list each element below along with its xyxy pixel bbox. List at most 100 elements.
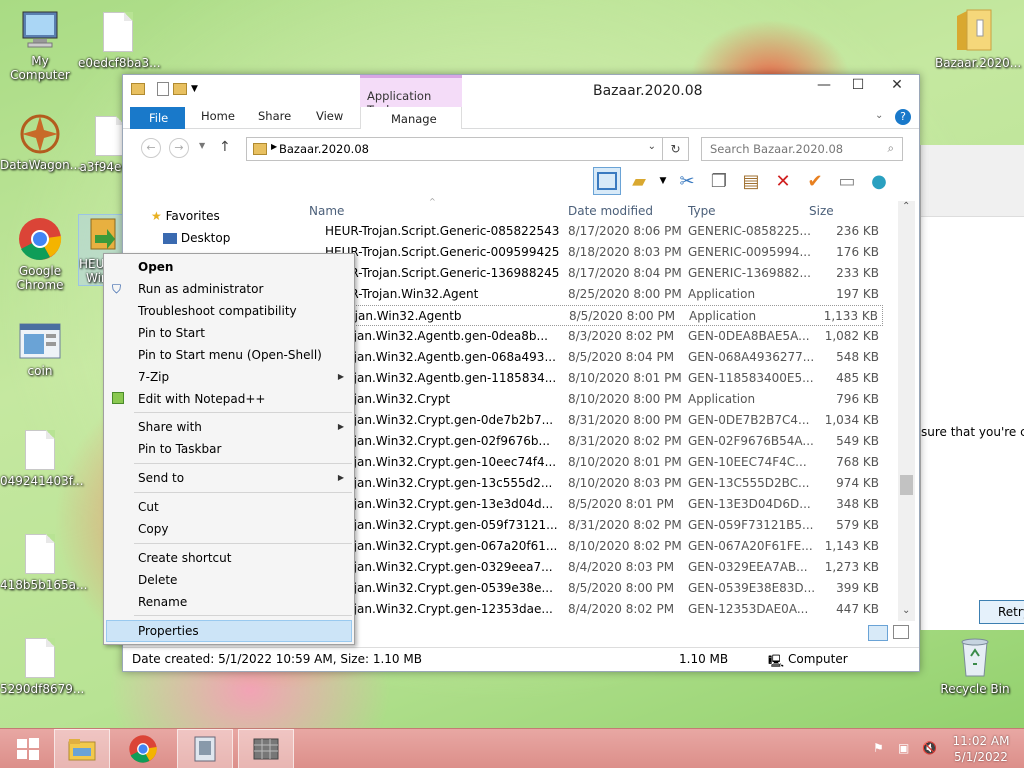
ribbon-expand-icon[interactable]: ⌄	[875, 110, 883, 121]
network-icon[interactable]: ▣	[898, 741, 909, 755]
file-row[interactable]: R-Trojan.Win32.Agentb.gen-1185834... 8/10…	[301, 368, 883, 389]
file-row[interactable]: R-Trojan.Win32.Agentb.gen-068a493... 8/5/…	[301, 347, 883, 368]
desktop-icon-coin[interactable]: coin	[0, 322, 80, 378]
menu-item-troubleshoot-compatibility[interactable]: Troubleshoot compatibility	[138, 304, 297, 318]
file-row[interactable]: HEUR-Trojan.Script.Generic-00959942584..…	[301, 242, 883, 263]
start-button[interactable]	[0, 729, 56, 768]
tab-share[interactable]: Share	[258, 109, 291, 123]
desktop-icon-file[interactable]: 418b5b165a...	[0, 534, 87, 592]
folder-options-icon[interactable]: ▰	[625, 167, 653, 195]
menu-item-edit-with-notepad[interactable]: Edit with Notepad++	[138, 392, 265, 406]
maximize-button[interactable]: ☐	[841, 75, 875, 97]
recent-locations-icon[interactable]: ▼	[199, 141, 205, 150]
details-view-icon[interactable]	[868, 625, 888, 641]
file-row[interactable]: R-Trojan.Win32.Crypt.gen-13e3d04d... 8/5/…	[301, 494, 883, 515]
menu-item-share-with[interactable]: Share with	[138, 420, 202, 434]
file-size: 549 KB	[836, 434, 879, 448]
copy-icon[interactable]: ❐	[705, 167, 733, 195]
folder-small-icon[interactable]	[131, 83, 145, 95]
system-clock[interactable]: 11:02 AM 5/1/2022	[950, 733, 1012, 765]
nav-desktop[interactable]: Desktop	[163, 231, 230, 245]
vertical-scrollbar[interactable]: ⌃ ⌄	[898, 201, 915, 621]
minimize-button[interactable]: —	[807, 75, 841, 97]
tab-view[interactable]: View	[316, 109, 343, 123]
menu-item-7-zip[interactable]: 7-Zip	[138, 370, 169, 384]
menu-item-delete[interactable]: Delete	[138, 573, 177, 587]
file-row[interactable]: R-Trojan.Win32.Agentb.gen-0dea8b... 8/3/2…	[301, 326, 883, 347]
file-row[interactable]: R-Trojan.Win32.Crypt.gen-0de7b2b7... 8/31…	[301, 410, 883, 431]
column-type[interactable]: Type	[688, 204, 716, 218]
column-name[interactable]: Name	[309, 204, 344, 218]
file-row[interactable]: R-Trojan.Win32.Crypt.gen-10eec74f4... 8/1…	[301, 452, 883, 473]
file-row[interactable]: R-Trojan.Win32.Crypt.gen-0539e38e... 8/5/…	[301, 578, 883, 599]
back-button[interactable]: ←	[141, 138, 161, 158]
qat-dropdown-icon[interactable]: ▼	[191, 84, 198, 94]
file-row[interactable]: R-Trojan.Win32.Crypt.gen-067a20f61... 8/1…	[301, 536, 883, 557]
taskbar-app-gray[interactable]	[238, 729, 294, 768]
taskbar-chrome[interactable]	[115, 729, 171, 768]
desktop-icon-my-computer[interactable]: My Computer	[0, 8, 80, 82]
preview-pane-icon[interactable]	[593, 167, 621, 195]
file-row[interactable]: HEUR-Trojan.Script.Generic-0858225435e..…	[301, 221, 883, 242]
menu-item-properties[interactable]: Properties	[138, 624, 199, 638]
file-row[interactable]: R-Trojan.Win32.Crypt.gen-02f9676b... 8/31…	[301, 431, 883, 452]
scroll-up-icon[interactable]: ⌃	[902, 201, 910, 212]
globe-icon[interactable]: ●	[865, 167, 893, 195]
menu-item-pin-to-start[interactable]: Pin to Start	[138, 326, 205, 340]
nav-favorites[interactable]: ★ Favorites	[151, 209, 220, 223]
address-dropdown-icon[interactable]: ⌄	[648, 141, 656, 152]
desktop-icon-file[interactable]: e0edcf8ba3...	[78, 12, 161, 70]
volume-muted-icon[interactable]: 🔇	[922, 741, 937, 755]
scroll-down-icon[interactable]: ⌄	[902, 605, 910, 616]
new-folder-small-icon[interactable]	[173, 83, 187, 95]
desktop-icon-bazaar-folder[interactable]: Bazaar.2020...	[935, 6, 1021, 70]
file-row-selected[interactable]: R-Trojan.Win32.Agentb 8/5/2020 8:00 PM App…	[301, 305, 883, 326]
taskbar-app-window[interactable]	[177, 729, 233, 768]
file-row[interactable]: HEUR-Trojan.Win32.Agent 8/25/2020 8:00 PM…	[301, 284, 883, 305]
file-row[interactable]: R-Trojan.Win32.Crypt.gen-12353dae... 8/4/…	[301, 599, 883, 620]
desktop-icon-google-chrome[interactable]: Google Chrome	[0, 216, 80, 292]
tab-file[interactable]: File	[130, 107, 185, 129]
file-row[interactable]: R-Trojan.Win32.Crypt.gen-059f73121... 8/3…	[301, 515, 883, 536]
paste-icon[interactable]: ▤	[737, 167, 765, 195]
menu-item-pin-to-taskbar[interactable]: Pin to Taskbar	[138, 442, 221, 456]
search-input[interactable]: Search Bazaar.2020.08 ⌕	[701, 137, 903, 161]
action-center-flag-icon[interactable]: ⚑	[873, 741, 884, 755]
rename-icon[interactable]: ▭	[833, 167, 861, 195]
desktop-icon-file[interactable]: 049241403f...	[0, 430, 84, 488]
menu-item-pin-to-start-menu[interactable]: Pin to Start menu (Open-Shell)	[138, 348, 322, 362]
up-button[interactable]: ↑	[219, 139, 231, 155]
large-icons-view-icon[interactable]	[893, 625, 909, 639]
address-box[interactable]: ▶ Bazaar.2020.08 ⌄	[246, 137, 663, 161]
desktop-icon-recycle-bin[interactable]: Recycle Bin	[935, 634, 1015, 696]
forward-button[interactable]: →	[169, 138, 189, 158]
file-row[interactable]: HEUR-Trojan.Script.Generic-13698824549..…	[301, 263, 883, 284]
scrollbar-thumb[interactable]	[900, 475, 913, 495]
desktop-icon-file[interactable]: 5290df8679...	[0, 638, 84, 696]
close-button[interactable]: ✕	[875, 75, 919, 97]
menu-item-rename[interactable]: Rename	[138, 595, 187, 609]
dropdown-icon[interactable]: ▼	[657, 167, 669, 195]
menu-item-open[interactable]: Open	[138, 260, 173, 274]
menu-item-run-as-administrator[interactable]: Run as administrator	[138, 282, 263, 296]
file-row[interactable]: R-Trojan.Win32.Crypt 8/10/2020 8:00 PM App…	[301, 389, 883, 410]
properties-small-icon[interactable]	[157, 82, 169, 96]
retry-button[interactable]: Retry	[979, 600, 1024, 624]
refresh-button[interactable]: ↻	[663, 137, 689, 161]
column-size[interactable]: Size	[809, 204, 834, 218]
file-row[interactable]: R-Trojan.Win32.Crypt.gen-13c555d2... 8/10…	[301, 473, 883, 494]
check-icon[interactable]: ✔	[801, 167, 829, 195]
menu-item-cut[interactable]: Cut	[138, 500, 159, 514]
tab-home[interactable]: Home	[201, 109, 235, 123]
column-date-modified[interactable]: Date modified	[568, 204, 653, 218]
taskbar-file-explorer[interactable]	[54, 729, 110, 768]
tab-manage[interactable]: Manage	[360, 107, 462, 129]
menu-item-copy[interactable]: Copy	[138, 522, 168, 536]
cut-icon[interactable]: ✂	[673, 167, 701, 195]
help-icon[interactable]: ?	[895, 109, 911, 125]
file-row[interactable]: R-Trojan.Win32.Crypt.gen-0329eea7... 8/4/…	[301, 557, 883, 578]
desktop-icon-datawagon[interactable]: DataWagon...	[0, 112, 81, 172]
delete-icon[interactable]: ✕	[769, 167, 797, 195]
menu-item-send-to[interactable]: Send to	[138, 471, 184, 485]
menu-item-create-shortcut[interactable]: Create shortcut	[138, 551, 231, 565]
